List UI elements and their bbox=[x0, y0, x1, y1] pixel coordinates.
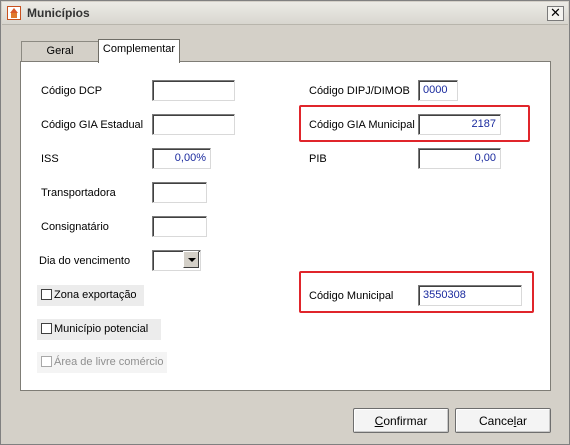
pib-label: PIB bbox=[309, 153, 327, 165]
checkbox-icon bbox=[41, 356, 52, 367]
area-livre-comercio-checkbox: Área de livre comércio bbox=[37, 352, 167, 373]
transportadora-label: Transportadora bbox=[41, 187, 116, 199]
confirmar-text-rest: onfirmar bbox=[383, 414, 428, 428]
codigo-gia-municipal-input[interactable]: 2187 bbox=[418, 114, 501, 135]
consignatario-label: Consignatário bbox=[41, 221, 109, 233]
confirmar-button[interactable]: Confirmar bbox=[353, 408, 449, 433]
tab-geral[interactable]: Geral bbox=[21, 41, 99, 61]
cancelar-text-prefix: Cance bbox=[478, 414, 514, 428]
codigo-gia-estadual-label: Código GIA Estadual bbox=[41, 119, 144, 131]
cancelar-button[interactable]: Cancelar bbox=[455, 408, 551, 433]
title-bar: Municípios ✕ bbox=[2, 2, 568, 25]
close-button[interactable]: ✕ bbox=[547, 6, 564, 21]
codigo-gia-estadual-input[interactable] bbox=[152, 114, 235, 135]
transportadora-input[interactable] bbox=[152, 182, 207, 203]
chevron-down-icon bbox=[183, 251, 199, 268]
dia-vencimento-label: Dia do vencimento bbox=[39, 255, 131, 267]
dia-vencimento-dropdown[interactable] bbox=[183, 251, 200, 270]
checkbox-icon bbox=[41, 289, 52, 300]
municipios-window: Municípios ✕ Geral Complementar Código D… bbox=[0, 0, 570, 445]
pib-input[interactable]: 0,00 bbox=[418, 148, 501, 169]
tab-complementar[interactable]: Complementar bbox=[98, 39, 180, 63]
codigo-gia-municipal-label: Código GIA Municipal bbox=[309, 119, 415, 131]
cancelar-text-rest: ar bbox=[516, 414, 528, 428]
checkbox-icon bbox=[41, 323, 52, 334]
codigo-dipj-dimob-input[interactable]: 0000 bbox=[418, 80, 458, 101]
codigo-dcp-input[interactable] bbox=[152, 80, 235, 101]
codigo-municipal-label: Código Municipal bbox=[309, 290, 394, 302]
close-icon: ✕ bbox=[550, 5, 561, 20]
window-title: Municípios bbox=[27, 6, 90, 20]
consignatario-input[interactable] bbox=[152, 216, 207, 237]
municipio-potencial-checkbox[interactable]: Município potencial bbox=[37, 319, 161, 340]
home-app-icon bbox=[7, 6, 21, 20]
zona-exportacao-label: Zona exportação bbox=[54, 289, 137, 301]
codigo-municipal-input[interactable]: 3550308 bbox=[418, 285, 522, 306]
zona-exportacao-checkbox[interactable]: Zona exportação bbox=[37, 285, 144, 306]
iss-label: ISS bbox=[41, 153, 59, 165]
municipio-potencial-label: Município potencial bbox=[54, 323, 149, 335]
codigo-dipj-dimob-label: Código DIPJ/DIMOB bbox=[309, 85, 410, 97]
area-livre-comercio-label: Área de livre comércio bbox=[54, 356, 164, 368]
codigo-dcp-label: Código DCP bbox=[41, 85, 103, 97]
iss-input[interactable]: 0,00% bbox=[152, 148, 211, 169]
